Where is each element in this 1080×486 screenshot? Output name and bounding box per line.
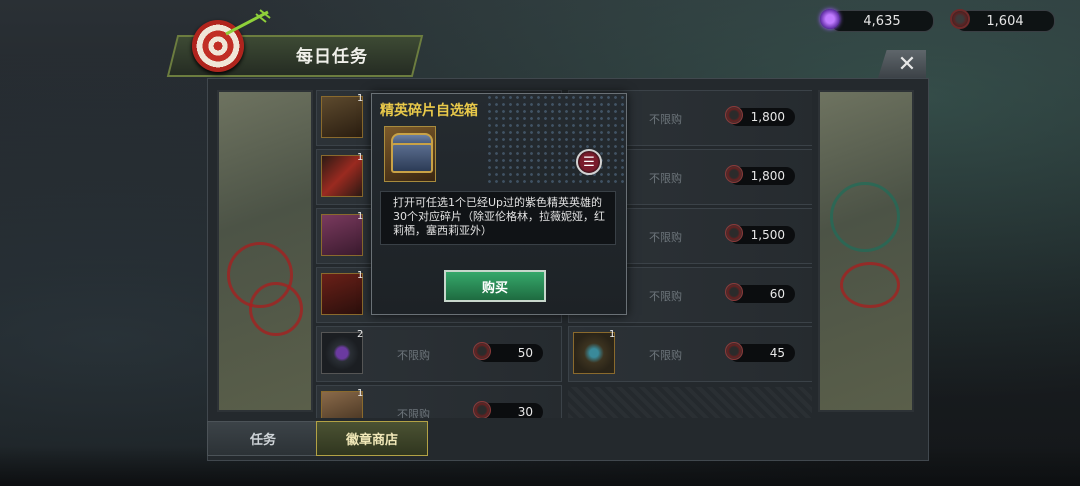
item-quantity: 1 <box>609 329 616 340</box>
price-value: 45 <box>769 346 785 360</box>
shop-item[interactable]: 2 不限购 50 <box>316 326 562 382</box>
tab-task-label: 任务 <box>249 433 276 448</box>
purchase-limit: 不限购 <box>649 349 682 362</box>
item-quantity: 1 <box>357 388 364 399</box>
left-decor-panel <box>217 90 313 412</box>
shop-item[interactable]: 1 不限购 30 <box>316 385 562 418</box>
tab-task[interactable]: 任务 <box>207 421 319 456</box>
item-detail-popup: 精英碎片自选箱 ☰ 打开可任选1个已经Up过的紫色精英英雄的30个对应碎片（除亚… <box>371 93 627 315</box>
dot-pattern <box>486 94 626 184</box>
red-medal-icon <box>725 165 743 183</box>
purchase-limit: 不限购 <box>649 231 682 244</box>
red-medal-icon <box>950 9 970 29</box>
red-medal-icon <box>725 342 743 360</box>
tab-badge-shop-label: 徽章商店 <box>345 433 398 448</box>
purchase-limit: 不限购 <box>649 113 682 126</box>
empty-slot <box>568 387 812 418</box>
arrow-icon <box>225 9 271 36</box>
item-quantity: 1 <box>357 270 364 281</box>
price-value: 1,500 <box>750 228 785 242</box>
buy-label: 购买 <box>481 280 508 296</box>
item-description: 打开可任选1个已经Up过的紫色精英英雄的30个对应碎片（除亚伦格林，拉薇妮娅，红… <box>380 191 616 245</box>
page-title: 每日任务 <box>296 47 368 67</box>
coin-counter: 1,604 <box>955 10 1055 32</box>
price-value: 1,800 <box>750 110 785 124</box>
red-medal-icon <box>473 342 491 360</box>
red-medal-icon <box>725 283 743 301</box>
shop-item[interactable]: 1 不限购 45 <box>568 326 812 382</box>
chest-icon <box>384 126 436 182</box>
purple-gem-icon <box>820 9 840 29</box>
purchase-limit: 不限购 <box>649 172 682 185</box>
tab-badge-shop[interactable]: 徽章商店 <box>316 421 428 456</box>
coin-amount: 1,604 <box>986 13 1024 29</box>
price-value: 50 <box>517 346 533 360</box>
price-value: 1,800 <box>750 169 785 183</box>
red-medal-icon <box>725 224 743 242</box>
price-value: 60 <box>769 287 785 301</box>
item-quantity: 2 <box>357 329 364 340</box>
menu-list-icon[interactable]: ☰ <box>576 149 602 175</box>
purchase-limit: 不限购 <box>397 349 430 362</box>
close-icon: ✕ <box>897 51 917 77</box>
item-quantity: 1 <box>357 211 364 222</box>
gem-amount: 4,635 <box>863 13 901 29</box>
purchase-limit: 不限购 <box>397 408 430 418</box>
right-decor-panel <box>818 90 914 412</box>
item-quantity: 1 <box>357 152 364 163</box>
red-medal-icon <box>473 401 491 418</box>
red-medal-icon <box>725 106 743 124</box>
gem-counter: 4,635 <box>830 10 934 32</box>
item-quantity: 1 <box>357 93 364 104</box>
price-value: 30 <box>517 405 533 418</box>
buy-button[interactable]: 购买 <box>444 270 546 302</box>
popup-title: 精英碎片自选箱 <box>380 103 478 119</box>
purchase-limit: 不限购 <box>649 290 682 303</box>
